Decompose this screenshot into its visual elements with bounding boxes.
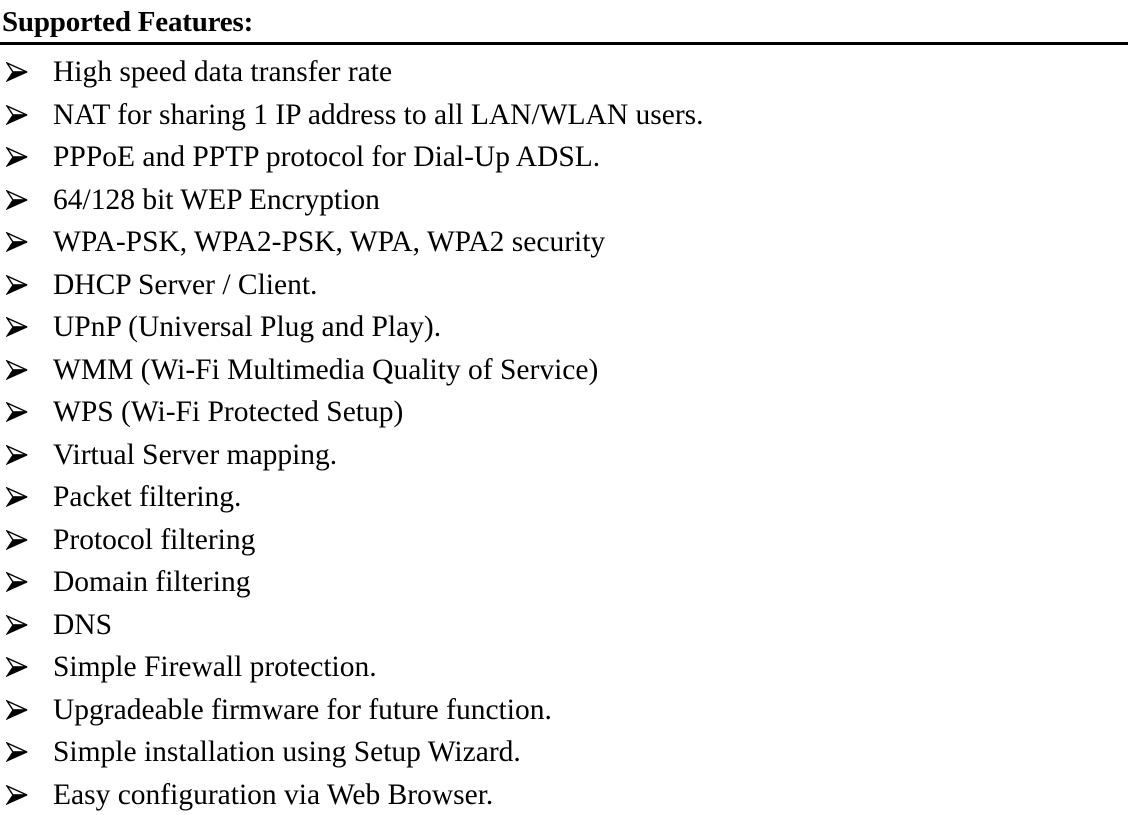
feature-text: WMM (Wi-Fi Multimedia Quality of Service…: [53, 353, 599, 386]
arrow-bullet-icon: [6, 657, 28, 677]
arrow-bullet-icon: [6, 317, 28, 337]
arrow-bullet-icon: [6, 699, 28, 720]
feature-text: High speed data transfer rate: [53, 56, 393, 88]
feature-text: DHCP Server / Client.: [53, 268, 318, 301]
arrow-bullet-icon: [6, 614, 28, 635]
arrow-bullet-icon: [6, 104, 28, 125]
feature-text: Virtual Server mapping.: [53, 438, 338, 471]
feature-text: WPA-PSK, WPA2-PSK, WPA, WPA2 security: [53, 226, 606, 258]
arrow-bullet-icon: [6, 444, 28, 465]
feature-text: Simple Firewall protection.: [53, 651, 377, 683]
arrow-bullet-icon: [6, 147, 28, 167]
feature-text: NAT for sharing 1 IP address to all LAN/…: [53, 98, 704, 131]
arrow-bullet-icon: [6, 529, 28, 550]
feature-text: Packet filtering.: [53, 481, 242, 513]
arrow-bullet-icon: [6, 359, 28, 380]
feature-text: 64/128 bit WEP Encryption: [53, 183, 380, 216]
section-heading: Supported Features:: [2, 6, 254, 38]
arrow-bullet-icon: [6, 742, 28, 762]
feature-text: PPPoE and PPTP protocol for Dial-Up ADSL…: [53, 141, 601, 173]
arrow-bullet-icon: [6, 572, 28, 592]
arrow-bullet-icon: [6, 189, 28, 210]
feature-text: WPS (Wi-Fi Protected Setup): [53, 396, 404, 428]
feature-text: DNS: [53, 608, 113, 641]
arrow-bullet-icon: [6, 232, 28, 252]
feature-text: Upgradeable firmware for future function…: [53, 693, 552, 726]
arrow-bullet-icon: [6, 487, 28, 507]
feature-text: Protocol filtering: [53, 523, 256, 556]
arrow-bullet-icon: [6, 784, 28, 805]
arrow-bullet-icon: [6, 274, 28, 295]
feature-text: Simple installation using Setup Wizard.: [53, 736, 521, 768]
feature-text: Domain filtering: [53, 566, 251, 598]
feature-text: UPnP (Universal Plug and Play).: [53, 311, 442, 343]
heading-rule: [0, 42, 1128, 45]
feature-text: Easy configuration via Web Browser.: [53, 778, 494, 811]
arrow-bullet-icon: [6, 402, 28, 422]
arrow-bullet-icon: [6, 62, 28, 82]
